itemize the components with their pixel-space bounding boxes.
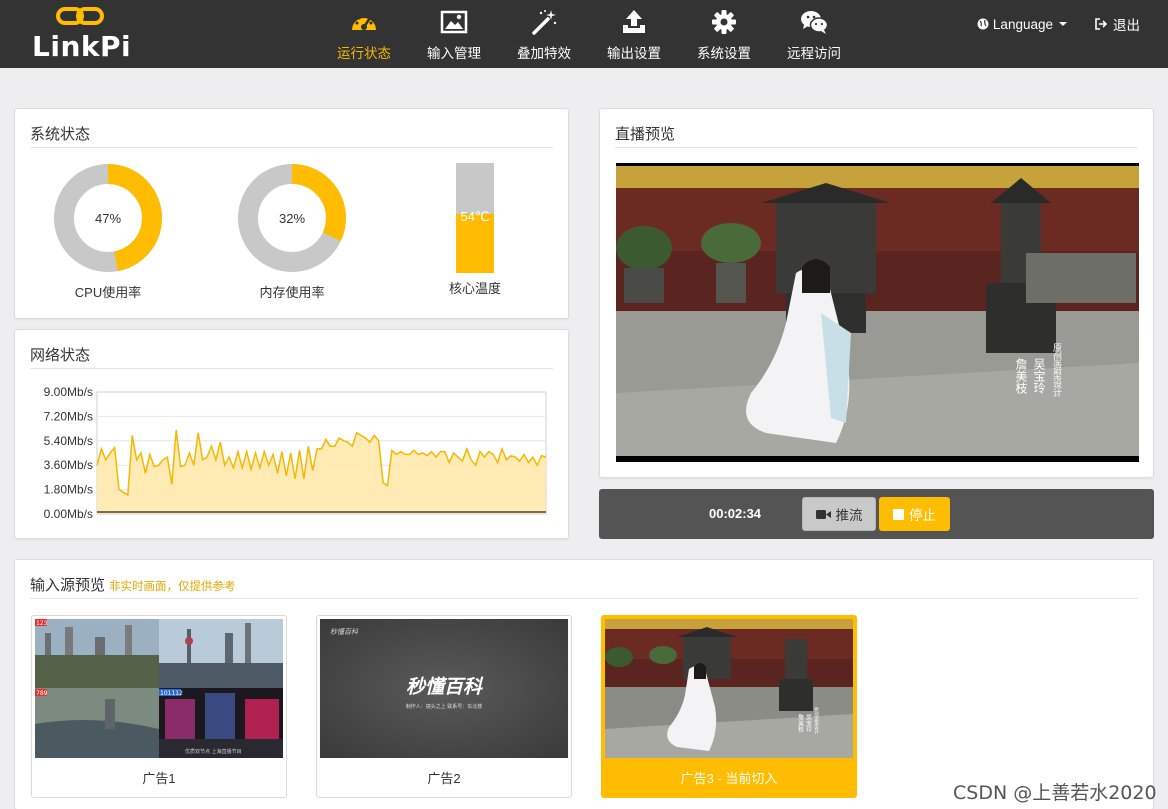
nav-item-effects[interactable]: 叠加特效 xyxy=(499,0,589,68)
watermark: CSDN @上善若水2020 xyxy=(953,782,1157,804)
language-label: Language xyxy=(992,16,1053,32)
cpu-gauge: 47% CPU使用率 xyxy=(53,163,163,301)
stream-timer: 00:02:34 xyxy=(709,506,762,521)
input-source-card[interactable]: 123 789 101112 优质双节点 上海直播节目 广告1 xyxy=(31,615,287,798)
y-tick-label: 0.00Mb/s xyxy=(44,507,93,521)
nav-item-input[interactable]: 输入管理 xyxy=(409,0,499,68)
panel-title: 输入源预览 非实时画面，仅提供参考 xyxy=(30,574,1138,599)
input-source-label: 广告1 xyxy=(142,771,176,786)
caret-down-icon xyxy=(1059,22,1067,26)
logout-label: 退出 xyxy=(1113,18,1140,33)
input-source-label: 广告3 - 当前切入 xyxy=(680,771,778,786)
cpu-caption: CPU使用率 xyxy=(74,285,142,300)
memory-caption: 内存使用率 xyxy=(259,285,325,300)
network-status-panel: 网络状态 9.00Mb/s 7.20Mb/s 5.40Mb/s 3.60Mb/s 1.8… xyxy=(14,329,569,539)
memory-percent: 32% xyxy=(278,211,306,226)
brand-logo: 秒懂百科 xyxy=(406,676,484,698)
thumbnail-badge: 101112 xyxy=(160,690,183,697)
globe-icon xyxy=(977,18,989,30)
brand-card-image: 秒懂百科 秒懂百科 制作人：镜头之上 联系号：东北楼 xyxy=(320,619,568,758)
stop-label: 停止 xyxy=(909,508,936,523)
nav-label: 运行状态 xyxy=(337,46,391,61)
network-chart: 9.00Mb/s 7.20Mb/s 5.40Mb/s 3.60Mb/s 1.80Mb/s… xyxy=(44,385,547,521)
brand-small-logo: 秒懂百科 xyxy=(330,628,359,636)
y-tick-label: 5.40Mb/s xyxy=(44,434,93,448)
upload-icon xyxy=(623,10,645,33)
live-video[interactable]: 詹美枝 吴宝玲 原创造型设计 xyxy=(616,163,1139,462)
throughput-area xyxy=(97,430,546,514)
video-caption: 詹美枝 xyxy=(797,713,804,733)
y-tick-label: 3.60Mb/s xyxy=(44,458,93,472)
stop-icon xyxy=(893,508,904,520)
thumbnail-badge: 123 xyxy=(36,620,48,627)
push-stream-button[interactable]: 推流 xyxy=(802,497,876,531)
brand-caption: 制作人：镜头之上 联系号：东北楼 xyxy=(406,703,483,710)
video-frame: 詹美枝 吴宝玲 原创造型设计 xyxy=(616,163,1139,462)
temperature-value: 54℃ xyxy=(460,209,490,224)
nav-label: 系统设置 xyxy=(697,46,751,61)
nav-right: Language 退出 xyxy=(977,14,1140,34)
input-source-card-active[interactable]: 詹美枝 吴宝玲 原创造型设计 广告3 - 当前切入 xyxy=(601,615,857,798)
gear-icon xyxy=(712,10,736,34)
logo-text: LinkPi xyxy=(32,30,132,63)
linkpi-logo[interactable]: LinkPi xyxy=(32,6,132,64)
video-caption: 詹美枝 xyxy=(1014,358,1028,394)
input-source-thumbnail: 秒懂百科 秒懂百科 制作人：镜头之上 联系号：东北楼 xyxy=(320,619,568,758)
input-preview-title: 输入源预览 xyxy=(30,577,106,594)
nav-label: 输入管理 xyxy=(427,46,481,61)
image-icon xyxy=(440,10,468,34)
nav-item-status[interactable]: 运行状态 xyxy=(319,0,409,68)
link-icon xyxy=(56,7,104,25)
y-tick-label: 9.00Mb/s xyxy=(44,385,93,399)
y-tick-label: 1.80Mb/s xyxy=(44,483,93,497)
stop-button[interactable]: 停止 xyxy=(879,497,950,531)
input-preview-note: 非实时画面，仅提供参考 xyxy=(109,581,236,593)
logout-link[interactable]: 退出 xyxy=(1095,14,1140,34)
input-source-label: 广告2 xyxy=(427,771,461,786)
video-caption: 吴宝玲 xyxy=(805,714,812,733)
video-caption: 吴宝玲 xyxy=(1032,358,1046,395)
wechat-icon xyxy=(801,11,829,34)
top-navbar: LinkPi 运行状态 输入管理 叠加特效 输出设置 系统设置 远程访问 Lan… xyxy=(0,0,1168,68)
input-source-thumbnail: 123 789 101112 优质双节点 上海直播节目 xyxy=(35,619,283,758)
cpu-percent: 47% xyxy=(94,211,122,226)
logout-icon xyxy=(1095,18,1108,30)
nav-item-remote[interactable]: 远程访问 xyxy=(769,0,859,68)
nav-label: 叠加特效 xyxy=(517,46,571,61)
input-source-card[interactable]: 秒懂百科 秒懂百科 制作人：镜头之上 联系号：东北楼 广告2 xyxy=(316,615,572,798)
nav-item-system[interactable]: 系统设置 xyxy=(679,0,769,68)
city-grid-image: 123 789 101112 优质双节点 上海直播节目 xyxy=(35,619,283,758)
temperature-bar: 54℃ xyxy=(456,163,494,273)
y-tick-label: 7.20Mb/s xyxy=(44,409,93,423)
system-status-panel: 系统状态 47% CPU使用率 32% 内存使用率 54℃ 核心温度 xyxy=(14,108,569,319)
nav-item-output[interactable]: 输出设置 xyxy=(589,0,679,68)
temperature-caption: 核心温度 xyxy=(448,281,501,296)
panel-title: 系统状态 xyxy=(30,123,553,148)
panel-title: 直播预览 xyxy=(615,123,1138,148)
magic-wand-icon xyxy=(532,10,557,35)
live-preview-panel: 直播预览 詹美枝 吴宝玲 原创造型设计 xyxy=(599,108,1154,478)
dashboard-icon xyxy=(352,14,376,30)
input-source-thumbnail: 詹美枝 吴宝玲 原创造型设计 xyxy=(605,619,853,758)
video-caption: 原创造型设计 xyxy=(814,707,819,736)
language-dropdown[interactable]: Language xyxy=(977,17,1067,32)
main-nav: 运行状态 输入管理 叠加特效 输出设置 系统设置 远程访问 xyxy=(319,0,859,68)
push-label: 推流 xyxy=(835,508,863,523)
video-caption: 原创造型设计 xyxy=(1051,343,1062,398)
nav-label: 输出设置 xyxy=(607,46,661,61)
temple-scene-image: 詹美枝 吴宝玲 原创造型设计 xyxy=(605,619,853,758)
thumbnail-badge: 789 xyxy=(36,690,48,697)
thumbnail-caption: 优质双节点 上海直播节目 xyxy=(185,748,242,755)
stream-control-bar: 00:02:34 推流 停止 xyxy=(599,489,1154,539)
video-camera-icon xyxy=(815,509,831,519)
memory-gauge: 32% 内存使用率 xyxy=(237,163,347,301)
nav-label: 远程访问 xyxy=(787,46,841,61)
input-preview-panel: 输入源预览 非实时画面，仅提供参考 123 789 101112 优质双节点 上… xyxy=(14,559,1154,809)
